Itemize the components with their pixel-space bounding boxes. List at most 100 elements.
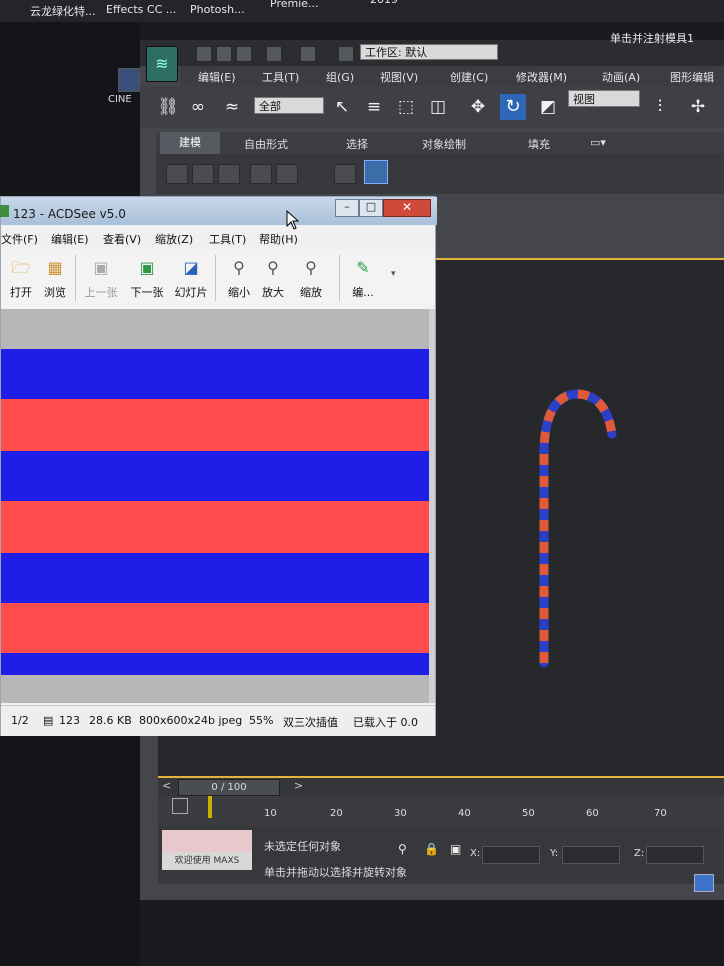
ribbon-tab-selection[interactable]: 选择: [346, 136, 368, 152]
ribbon-tab-populate[interactable]: 填充: [528, 136, 550, 152]
menu-animation[interactable]: 动画(A): [602, 69, 640, 85]
unlink-icon[interactable]: ∞: [186, 96, 210, 118]
tick-label: 10: [264, 808, 277, 819]
undo-icon[interactable]: [266, 46, 282, 62]
acdsee-titlebar[interactable]: 123 - ACDSee v5.0 – □ ✕: [0, 197, 437, 225]
taskbar-item[interactable]: Premie...: [270, 0, 319, 10]
reference-coordinate-dropdown[interactable]: 视图: [568, 90, 640, 107]
ribbon-tab-modeling[interactable]: 建模: [160, 132, 220, 154]
y-label: Y:: [550, 848, 559, 859]
close-button[interactable]: ✕: [383, 199, 431, 217]
time-next-icon[interactable]: >: [294, 779, 303, 792]
new-file-icon[interactable]: [196, 46, 212, 62]
tick-label: 70: [654, 808, 667, 819]
ribbon-tool-icon[interactable]: [250, 164, 272, 184]
tick-label: 50: [522, 808, 535, 819]
max-menubar: 编辑(E) 工具(T) 组(G) 视图(V) 创建(C) 修改器(M) 动画(A…: [180, 66, 724, 86]
save-file-icon[interactable]: [236, 46, 252, 62]
taskbar-item[interactable]: Photosh...: [190, 3, 245, 16]
menu-views[interactable]: 视图(V): [380, 69, 418, 85]
vertical-scrollbar[interactable]: [429, 309, 435, 703]
menu-modifiers[interactable]: 修改器(M): [516, 69, 567, 85]
minimize-button[interactable]: –: [335, 199, 359, 217]
ribbon-active-tool-icon[interactable]: [364, 160, 388, 184]
ribbon-tool-icon[interactable]: [192, 164, 214, 184]
isolate-icon[interactable]: ⚲: [398, 842, 407, 856]
ribbon-tab-object-paint[interactable]: 对象绘制: [422, 136, 466, 152]
z-coordinate-field[interactable]: [646, 846, 704, 864]
mouse-cursor-icon: [286, 210, 300, 230]
toolbar-dropdown-icon[interactable]: ▾: [391, 269, 396, 279]
track-bar[interactable]: 10 20 30 40 50 60 70: [158, 796, 724, 826]
absolute-mode-icon[interactable]: ▣: [450, 842, 461, 856]
rotate-icon[interactable]: ↻: [500, 94, 526, 120]
window-title-text: 单击并注射模具1: [610, 32, 694, 45]
time-cursor[interactable]: [208, 796, 212, 818]
menu-group[interactable]: 组(G): [326, 69, 354, 85]
selection-status: 未选定任何对象: [264, 840, 341, 853]
window-crossing-icon[interactable]: ◫: [426, 96, 450, 118]
ribbon-tool-icon[interactable]: [166, 164, 188, 184]
ribbon-tool-icon[interactable]: [334, 164, 356, 184]
cinema4d-shortcut-icon[interactable]: [118, 68, 140, 92]
taskbar-item[interactable]: 云龙绿化特...: [30, 3, 96, 19]
menu-zoom[interactable]: 缩放(Z): [155, 231, 193, 247]
maxscript-listener-box[interactable]: [162, 830, 252, 852]
project-folder-icon[interactable]: [338, 46, 354, 62]
slideshow-icon: ◪: [183, 258, 199, 277]
tick-label: 60: [586, 808, 599, 819]
edit-button[interactable]: ✎ 编...: [343, 257, 383, 300]
maximize-button[interactable]: □: [359, 199, 383, 217]
track-view-icon[interactable]: [172, 798, 188, 814]
zoom-in-button[interactable]: ⚲ 放大: [253, 257, 293, 300]
time-prev-icon[interactable]: <: [162, 779, 171, 792]
zoom-button[interactable]: ⚲ 缩放: [291, 257, 331, 300]
menu-edit[interactable]: 编辑(E): [51, 231, 89, 247]
resample-mode: 双三次插值: [283, 716, 338, 729]
window-title: 123 - ACDSee v5.0: [13, 207, 126, 221]
time-slider[interactable]: 0 / 100: [178, 779, 280, 796]
rectangular-selection-icon[interactable]: ⬚: [394, 96, 418, 118]
scale-icon[interactable]: ◩: [536, 96, 560, 118]
menu-view[interactable]: 查看(V): [103, 231, 141, 247]
y-coordinate-field[interactable]: [562, 846, 620, 864]
select-by-name-icon[interactable]: ≡: [362, 96, 386, 118]
browse-button[interactable]: ▦ 浏览: [35, 257, 75, 300]
menu-help[interactable]: 帮助(H): [259, 231, 298, 247]
redo-icon[interactable]: [300, 46, 316, 62]
menu-tools[interactable]: 工具(T): [262, 69, 299, 85]
menu-edit[interactable]: 编辑(E): [198, 69, 236, 85]
image-view[interactable]: [1, 309, 435, 703]
selection-filter-dropdown[interactable]: 全部: [254, 97, 324, 114]
acdsee-toolbar: 🗁 打开 ▦ 浏览 ▣ 上一张 ▣ 下一张 ◪ 幻灯片 ⚲ 缩小 ⚲ 放大 ⚲ …: [1, 249, 435, 310]
select-object-icon[interactable]: ↖: [330, 96, 354, 118]
ribbon-options-icon[interactable]: ▭▾: [590, 136, 606, 149]
menu-tools[interactable]: 工具(T): [209, 231, 246, 247]
taskbar-item[interactable]: Effects CC ...: [106, 3, 176, 16]
taskbar-item[interactable]: 2019: [370, 0, 398, 6]
move-icon[interactable]: ✥: [466, 96, 490, 118]
x-coordinate-field[interactable]: [482, 846, 540, 864]
link-icon[interactable]: ⛓: [156, 96, 180, 118]
ribbon-tool-icon[interactable]: [276, 164, 298, 184]
lock-icon[interactable]: 🔒: [424, 842, 439, 856]
ribbon-tool-icon[interactable]: [218, 164, 240, 184]
bind-spacewarp-icon[interactable]: ≈: [220, 96, 244, 118]
next-button[interactable]: ▣ 下一张: [127, 257, 167, 300]
select-manipulate-icon[interactable]: ✢: [686, 96, 710, 118]
menu-create[interactable]: 创建(C): [450, 69, 488, 85]
acdsee-window: 123 - ACDSee v5.0 – □ ✕ 文件(F) 编辑(E) 查看(V…: [0, 196, 437, 736]
pivot-center-icon[interactable]: ⫶: [648, 96, 672, 118]
max-application-logo-icon[interactable]: ≋: [146, 46, 178, 82]
previous-button[interactable]: ▣ 上一张: [81, 257, 121, 300]
ribbon-tab-freeform[interactable]: 自由形式: [244, 136, 288, 152]
menu-graph-editors[interactable]: 图形编辑: [670, 69, 714, 85]
workspace-dropdown[interactable]: 工作区: 默认: [360, 44, 498, 60]
viewport-nav-icon[interactable]: [694, 874, 714, 892]
slideshow-button[interactable]: ◪ 幻灯片: [171, 257, 211, 300]
image-file-icon: ▤: [43, 714, 54, 727]
menu-file[interactable]: 文件(F): [1, 231, 38, 247]
tick-label: 40: [458, 808, 471, 819]
file-name: 123: [59, 714, 80, 727]
open-file-icon[interactable]: [216, 46, 232, 62]
